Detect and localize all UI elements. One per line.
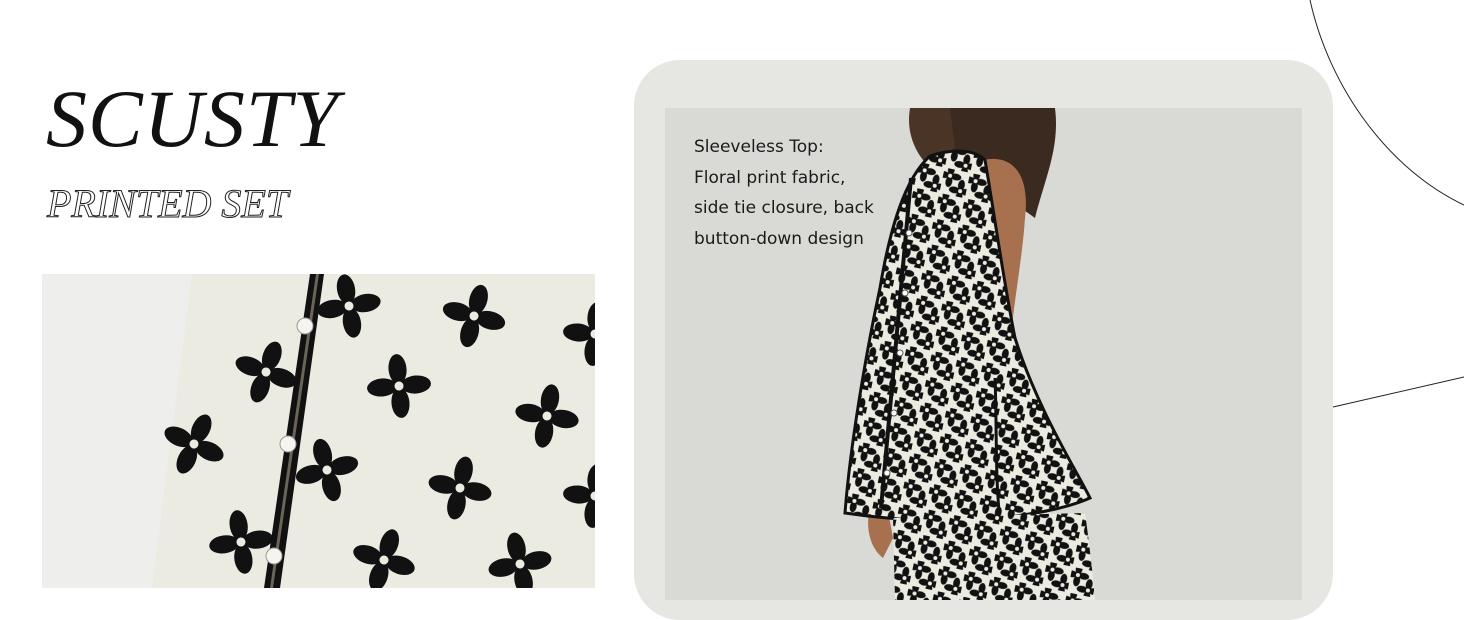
feature-line: side tie closure, back — [694, 198, 874, 218]
feature-line: button-down design — [694, 228, 864, 249]
feature-line: Floral print fabric, — [694, 167, 846, 188]
feature-line-heading: Sleeveless Top: — [694, 137, 824, 157]
feature-description: Sleeveless Top: Floral print fabric, sid… — [694, 132, 874, 254]
fabric-closeup-illustration — [42, 274, 595, 588]
brand-subtitle: PRINTED SET — [46, 181, 289, 226]
fabric-closeup-image — [42, 274, 595, 588]
brand-title: SCUSTY — [46, 73, 340, 164]
